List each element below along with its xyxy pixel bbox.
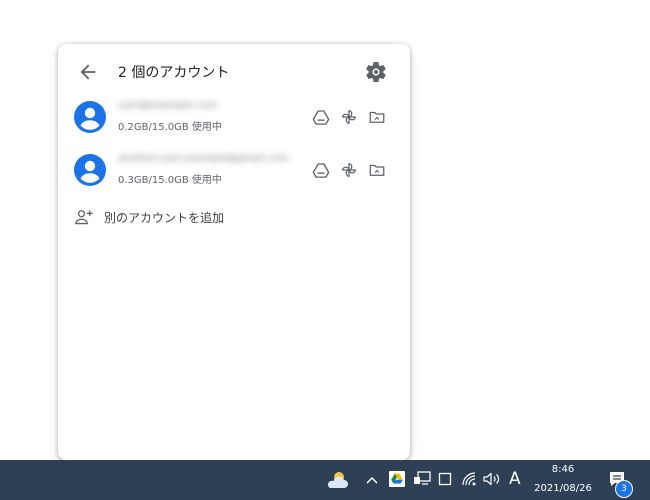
google-drive-icon[interactable]: [312, 108, 330, 126]
panel-title: 2 個のアカウント: [118, 65, 230, 81]
add-account-button[interactable]: 別のアカウントを追加: [74, 206, 274, 228]
account-email: another.user.example@gmail.com: [118, 153, 289, 164]
storage-usage: 0.3GB/15.0GB 使用中: [118, 175, 222, 186]
google-drive-icon[interactable]: [389, 471, 405, 487]
ime-indicator[interactable]: A: [509, 469, 521, 489]
google-drive-accounts-panel: 2 個のアカウント user@example.com 0.2GB/15.0GB …: [58, 44, 410, 460]
wifi-icon[interactable]: [461, 471, 479, 487]
cloud-sun-icon[interactable]: [325, 470, 349, 490]
window-icon[interactable]: [438, 472, 452, 486]
folder-icon[interactable]: [368, 108, 386, 126]
chevron-up-icon[interactable]: [365, 474, 379, 486]
clock-date[interactable]: 2021/08/26: [530, 483, 596, 494]
google-photos-icon[interactable]: [340, 161, 358, 179]
add-person-icon: [75, 210, 93, 225]
arrow-left-icon[interactable]: [77, 61, 99, 83]
network-device-icon[interactable]: [413, 471, 431, 487]
gear-icon[interactable]: [364, 60, 388, 84]
notification-count-badge: 3: [615, 480, 633, 498]
avatar: [74, 154, 106, 186]
google-photos-icon[interactable]: [340, 108, 358, 126]
folder-icon[interactable]: [368, 161, 386, 179]
clock-time[interactable]: 8:46: [540, 464, 586, 475]
volume-icon[interactable]: [483, 471, 501, 487]
account-row[interactable]: user@example.com 0.2GB/15.0GB 使用中: [58, 100, 410, 153]
account-row[interactable]: another.user.example@gmail.com 0.3GB/15.…: [58, 153, 410, 206]
google-drive-icon[interactable]: [312, 161, 330, 179]
avatar: [74, 101, 106, 133]
account-email: user@example.com: [118, 100, 218, 111]
add-account-label: 別のアカウントを追加: [104, 211, 225, 225]
taskbar: A 8:46 2021/08/26 3: [0, 460, 650, 500]
storage-usage: 0.2GB/15.0GB 使用中: [118, 122, 222, 133]
